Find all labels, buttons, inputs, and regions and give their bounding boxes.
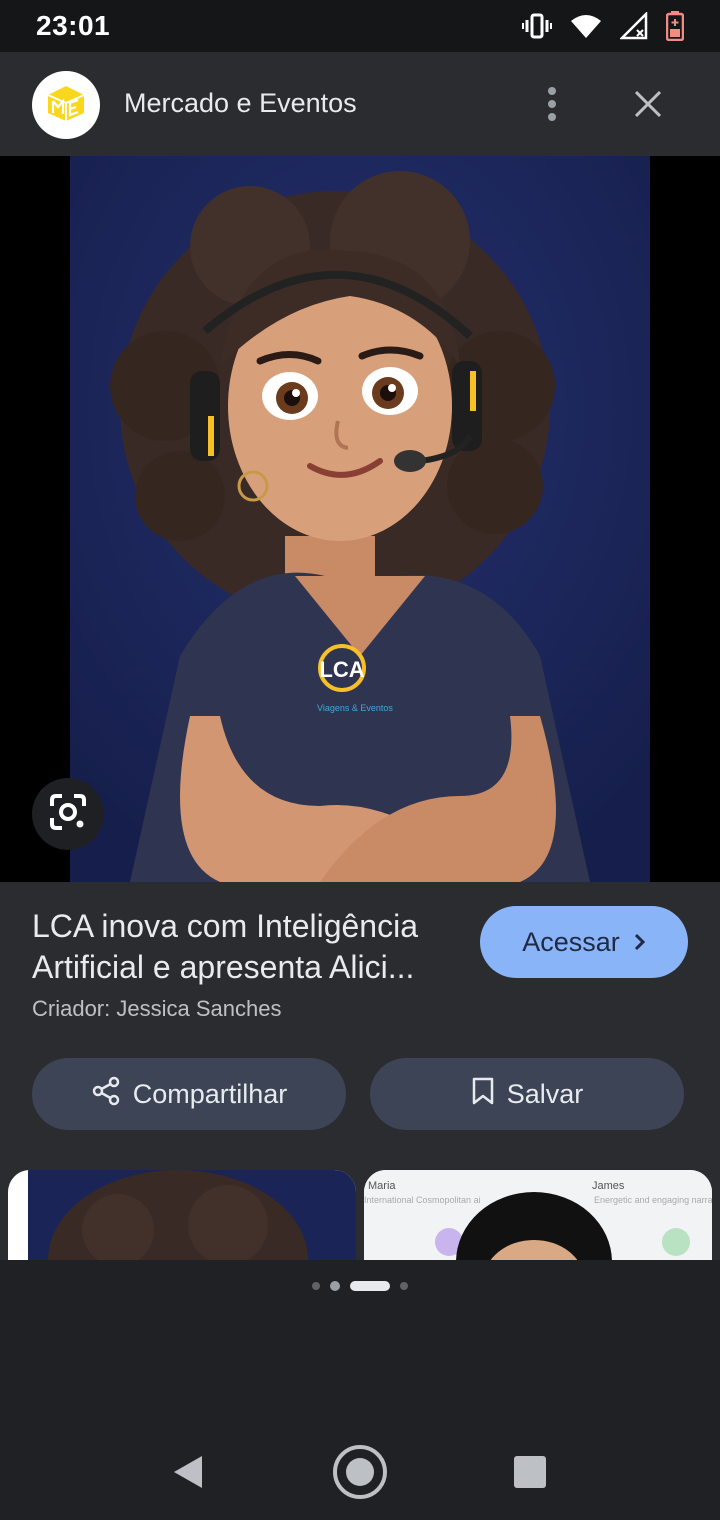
image-viewer: LCA Viagens & Eventos	[0, 156, 720, 882]
mercado-eventos-logo-icon	[44, 81, 88, 130]
signal-icon	[620, 12, 648, 40]
creator-credit: Criador: Jessica Sanches	[32, 996, 282, 1021]
save-label: Salvar	[506, 1078, 584, 1109]
shirt-logo-text: LCA	[319, 657, 364, 682]
close-icon[interactable]	[628, 84, 668, 124]
app-header: Mercado e Eventos	[0, 52, 720, 156]
pager-dot-active	[350, 1281, 390, 1291]
shirt-logo-subtext: Viagens & Eventos	[317, 703, 393, 713]
status-bar: 23:01	[0, 0, 720, 52]
share-icon	[91, 1076, 121, 1113]
pager-dot	[312, 1282, 320, 1290]
more-vert-icon[interactable]	[536, 84, 568, 124]
google-lens-icon	[48, 792, 88, 837]
related-image-thumbnail[interactable]	[8, 1170, 356, 1260]
site-logo[interactable]	[32, 71, 100, 139]
back-icon[interactable]	[172, 1454, 204, 1495]
share-button[interactable]: Compartilhar	[32, 1058, 346, 1130]
site-name: Mercado e Eventos	[124, 88, 357, 118]
vibrate-icon	[522, 12, 552, 40]
status-icons	[522, 11, 684, 41]
related-image-thumbnail[interactable]: Maria James International Cosmopolitan a…	[364, 1170, 712, 1260]
thumb-name-2: James	[592, 1180, 625, 1192]
recents-icon[interactable]	[514, 1456, 546, 1488]
save-button[interactable]: Salvar	[370, 1058, 684, 1130]
result-title[interactable]: LCA inova com Inteligência Artificial e …	[32, 906, 452, 988]
related-images-strip: Maria James International Cosmopolitan a…	[0, 1170, 720, 1260]
visit-button-label: Acessar	[522, 926, 620, 957]
battery-icon	[666, 11, 684, 41]
pager-dot	[400, 1282, 408, 1290]
related-image-1	[28, 1170, 356, 1260]
visit-button[interactable]: Acessar	[480, 906, 688, 978]
bookmark-icon	[471, 1077, 495, 1112]
avatar-illustration: LCA Viagens & Eventos	[70, 156, 650, 882]
google-lens-button[interactable]	[32, 778, 104, 850]
chevron-right-icon	[634, 927, 646, 958]
system-nav-bar	[0, 1424, 720, 1520]
carousel-pager	[0, 1278, 720, 1294]
thumb-name-1: Maria	[368, 1180, 396, 1192]
thumb-caption-2: Energetic and engaging narrat	[594, 1195, 712, 1205]
related-image-2: Maria James International Cosmopolitan a…	[364, 1170, 712, 1260]
pager-dot	[330, 1281, 340, 1291]
status-time: 23:01	[36, 10, 111, 41]
share-label: Compartilhar	[132, 1078, 288, 1109]
main-image[interactable]: LCA Viagens & Eventos	[70, 156, 650, 882]
home-icon[interactable]	[332, 1444, 388, 1505]
thumb-caption-1: International Cosmopolitan ai	[364, 1195, 481, 1205]
wifi-icon	[570, 13, 602, 39]
